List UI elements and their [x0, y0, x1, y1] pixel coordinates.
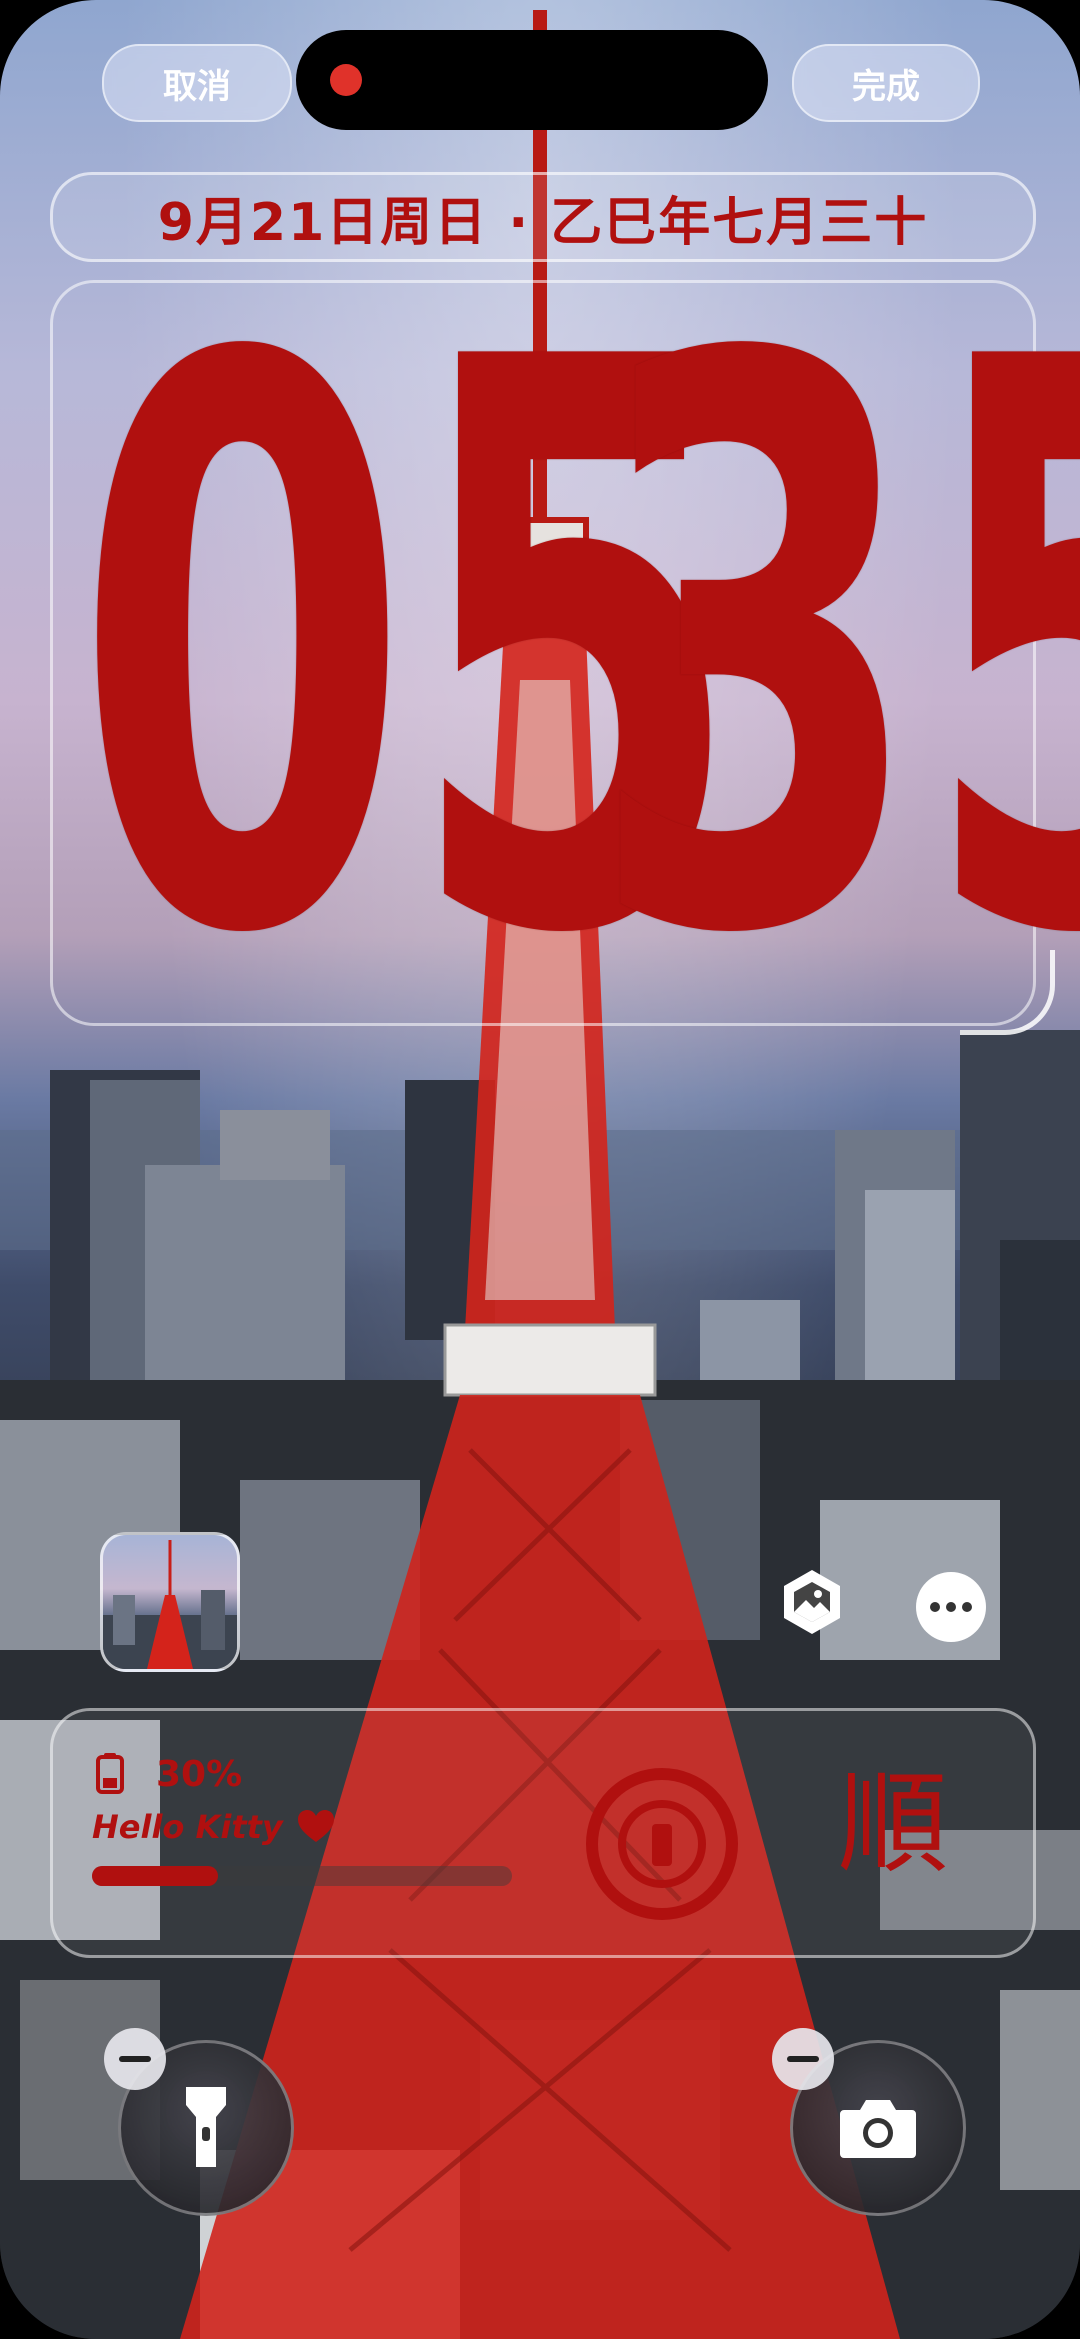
done-button[interactable]: 完成 — [792, 44, 980, 122]
battery-percent: 30% — [156, 1754, 243, 1795]
thumbnail-image — [103, 1540, 237, 1669]
done-label: 完成 — [852, 66, 920, 107]
cancel-button[interactable]: 取消 — [102, 44, 292, 122]
remove-camera-button[interactable] — [772, 2028, 834, 2090]
widget-caption: Hello Kitty — [92, 1808, 283, 1846]
camera-icon — [840, 2100, 916, 2158]
flashlight-icon — [186, 2087, 226, 2167]
recording-indicator — [330, 64, 362, 96]
battery-progress-fill — [92, 1866, 218, 1886]
wallpaper-thumbnail[interactable] — [100, 1532, 240, 1672]
seal-character: 順 — [838, 1760, 948, 1888]
heart-icon — [298, 1810, 334, 1842]
dynamic-island — [296, 30, 768, 130]
cancel-label: 取消 — [163, 66, 231, 107]
battery-progress-track — [92, 1866, 512, 1886]
photo-shuffle-button[interactable] — [778, 1568, 846, 1636]
photo-icon — [784, 1570, 840, 1634]
ring-widget-icon — [586, 1768, 738, 1920]
remove-flashlight-button[interactable] — [104, 2028, 166, 2090]
clock-minutes: 35 — [588, 196, 1080, 1104]
more-options-button[interactable] — [916, 1572, 986, 1642]
battery-icon — [96, 1753, 124, 1794]
lock-screen-editor: 取消 完成 9月21日周日 · 乙巳年七月三十 05 35 — [0, 0, 1080, 2339]
more-icon — [930, 1602, 972, 1612]
